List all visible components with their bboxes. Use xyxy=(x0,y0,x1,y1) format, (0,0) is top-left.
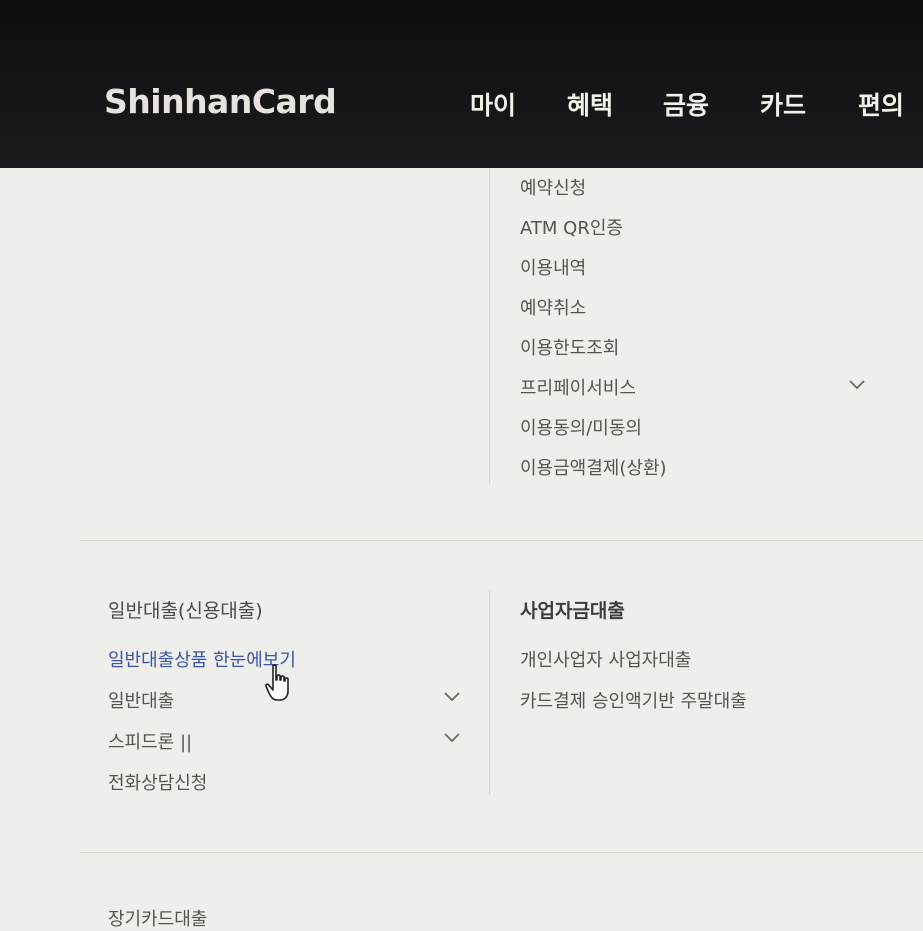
menu-item-prepay-service[interactable]: 프리페이서비스 xyxy=(520,374,636,400)
nav-item-convenience[interactable]: 편의 xyxy=(858,86,904,122)
section-divider xyxy=(80,852,923,853)
mega-menu-panel xyxy=(0,168,923,917)
nav-item-finance[interactable]: 금융 xyxy=(663,86,709,122)
section-title-next: 장기카드대출 xyxy=(108,909,208,930)
menu-item-limit-inquiry[interactable]: 이용한도조회 xyxy=(520,334,619,360)
menu-item-phone-consult[interactable]: 전화상담신청 xyxy=(108,769,207,795)
column-divider xyxy=(489,168,490,484)
column-divider xyxy=(489,590,490,795)
menu-item-weekend-loan[interactable]: 카드결제 승인액기반 주말대출 xyxy=(520,687,747,713)
menu-item-atm-qr-auth[interactable]: ATM QR인증 xyxy=(520,214,623,240)
chevron-down-icon[interactable] xyxy=(444,733,460,743)
nav-item-my[interactable]: 마이 xyxy=(470,86,516,122)
nav-item-card[interactable]: 카드 xyxy=(760,86,806,122)
section-title-business-loan: 사업자금대출 xyxy=(520,600,625,622)
shinhancard-logo[interactable]: ShinhanCard xyxy=(104,82,337,121)
chevron-down-icon[interactable] xyxy=(444,692,460,702)
menu-item-reservation-apply[interactable]: 예약신청 xyxy=(520,174,586,200)
menu-item-usage-history[interactable]: 이용내역 xyxy=(520,254,586,280)
section-title-general-loan: 일반대출(신용대출) xyxy=(108,600,263,622)
header-bar: ShinhanCard 마이 혜택 금융 카드 편의 xyxy=(0,0,923,168)
menu-item-reservation-cancel[interactable]: 예약취소 xyxy=(520,294,586,320)
nav-item-benefits[interactable]: 혜택 xyxy=(567,86,613,122)
chevron-down-icon[interactable] xyxy=(849,380,865,390)
menu-item-speed-loan[interactable]: 스피드론 || xyxy=(108,728,192,754)
section-divider xyxy=(80,540,923,541)
menu-item-consent[interactable]: 이용동의/미동의 xyxy=(520,414,642,440)
menu-item-payment-repay[interactable]: 이용금액결제(상환) xyxy=(520,454,667,480)
hand-pointer-icon xyxy=(264,664,294,708)
menu-item-sole-proprietor-loan[interactable]: 개인사업자 사업자대출 xyxy=(520,646,691,672)
menu-item-general-loan[interactable]: 일반대출 xyxy=(108,687,174,713)
